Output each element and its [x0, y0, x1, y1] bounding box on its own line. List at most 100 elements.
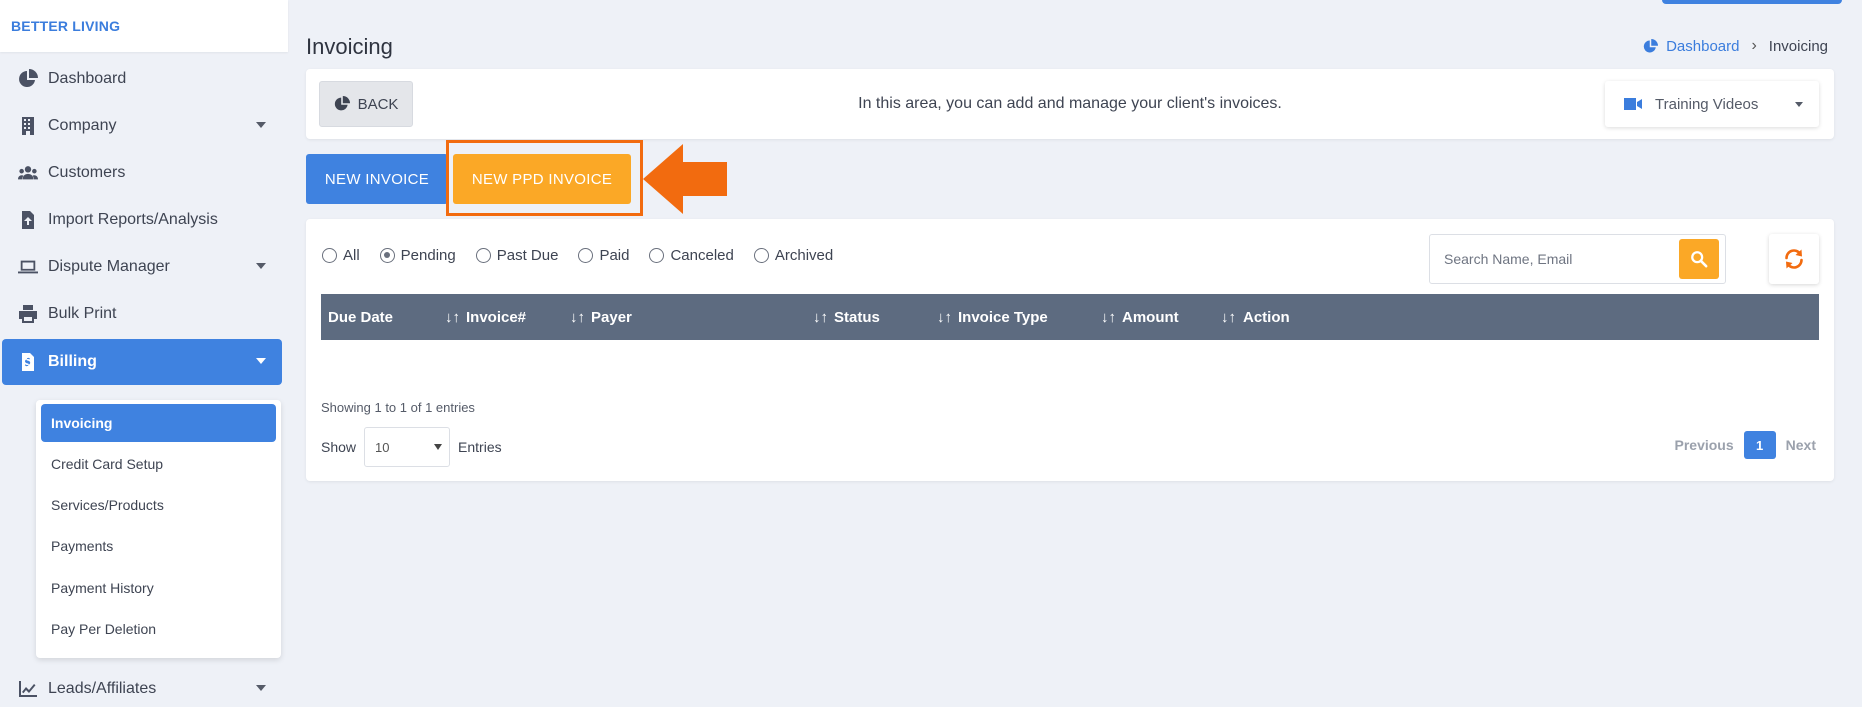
radio-button[interactable]: [578, 248, 594, 263]
sidebar-item-label: Customers: [48, 164, 126, 181]
filter-past-due[interactable]: Past Due: [475, 247, 559, 264]
refresh-button[interactable]: [1769, 234, 1819, 284]
chevron-right-icon: ›: [1751, 37, 1757, 54]
filter-pending[interactable]: Pending: [379, 247, 456, 264]
column-header-payer[interactable]: Payer: [591, 294, 632, 340]
sidebar-item-label: Company: [48, 117, 117, 134]
sort-icon[interactable]: ↓↑: [937, 294, 952, 340]
back-button-label: BACK: [357, 95, 399, 113]
search-box: [1429, 234, 1726, 284]
new-ppd-invoice-button[interactable]: NEW PPD INVOICE: [453, 154, 631, 204]
line-chart-icon: [16, 677, 40, 701]
status-filter-group: All Pending Past Due Paid Canceled Archi…: [322, 247, 853, 264]
filter-label: Pending: [400, 247, 456, 264]
new-invoice-button[interactable]: NEW INVOICE: [306, 154, 448, 204]
brand-logo[interactable]: BETTER LIVING: [0, 0, 288, 52]
training-videos-label: Training Videos: [1655, 95, 1759, 113]
submenu-item-payments[interactable]: Payments: [41, 527, 276, 565]
sort-icon[interactable]: ↓↑: [570, 294, 585, 340]
column-header-invoice-type[interactable]: Invoice Type: [958, 294, 1048, 340]
column-label: Amount: [1122, 308, 1179, 326]
page-1-button[interactable]: 1: [1743, 431, 1776, 459]
pagination: Previous 1 Next: [1675, 431, 1816, 459]
breadcrumb-home-link[interactable]: Dashboard: [1643, 38, 1739, 55]
back-button[interactable]: BACK: [319, 81, 413, 127]
column-label: Action: [1243, 308, 1290, 326]
sidebar-item-dashboard[interactable]: Dashboard: [2, 56, 282, 102]
chevron-down-icon: [256, 122, 266, 128]
column-header-action: Action: [1243, 294, 1290, 340]
search-icon: [1691, 251, 1708, 268]
column-label: Invoice Type: [958, 308, 1048, 326]
pie-chart-icon: [1643, 38, 1659, 52]
sidebar-item-label: Dispute Manager: [48, 258, 170, 275]
sidebar-item-import-reports[interactable]: Import Reports/Analysis: [2, 197, 282, 243]
sort-icon[interactable]: ↓↑: [1101, 294, 1116, 340]
top-accent-bar: [1662, 0, 1842, 4]
chevron-down-icon: [256, 358, 266, 364]
training-videos-dropdown[interactable]: Training Videos: [1605, 81, 1819, 127]
filter-label: Past Due: [496, 247, 559, 264]
filter-label: Paid: [599, 247, 630, 264]
column-header-invoice-number[interactable]: Invoice#: [466, 294, 526, 340]
page-title: Invoicing: [306, 34, 393, 59]
laptop-icon: [16, 255, 40, 279]
filter-all[interactable]: All: [322, 247, 360, 264]
sidebar-item-label: Billing: [48, 353, 97, 370]
filter-paid[interactable]: Paid: [578, 247, 629, 264]
sidebar-item-billing[interactable]: Billing: [2, 339, 282, 385]
breadcrumb: Dashboard › Invoicing: [1643, 37, 1828, 55]
video-camera-icon: [1624, 98, 1642, 110]
refresh-icon: [1785, 249, 1803, 269]
radio-button[interactable]: [649, 248, 665, 263]
column-header-due-date[interactable]: Due Date: [328, 294, 393, 340]
submenu-item-pay-per-deletion[interactable]: Pay Per Deletion: [41, 610, 276, 648]
column-label: Status: [834, 308, 880, 326]
users-icon: [16, 161, 40, 185]
submenu-item-invoicing[interactable]: Invoicing: [41, 404, 276, 442]
submenu-item-credit-card-setup[interactable]: Credit Card Setup: [41, 445, 276, 483]
table-header: Due Date ↓↑ Invoice# ↓↑ Payer ↓↑ Status …: [321, 294, 1819, 340]
billing-submenu: Invoicing Credit Card Setup Services/Pro…: [36, 400, 281, 658]
column-label: Invoice#: [466, 308, 527, 326]
page-size-select[interactable]: 10: [364, 427, 451, 467]
breadcrumb-current: Invoicing: [1768, 37, 1828, 55]
sort-icon[interactable]: ↓↑: [813, 294, 828, 340]
show-label: Show: [321, 439, 357, 455]
column-header-amount[interactable]: Amount: [1122, 294, 1179, 340]
filter-label: All: [343, 247, 360, 264]
sidebar-item-leads-affiliates[interactable]: Leads/Affiliates: [2, 666, 282, 707]
radio-button[interactable]: [475, 248, 491, 263]
radio-button[interactable]: [322, 248, 337, 263]
column-header-status[interactable]: Status: [834, 294, 880, 340]
sort-icon[interactable]: ↓↑: [1221, 294, 1236, 340]
pointer-arrow-icon: [643, 144, 727, 214]
search-input[interactable]: [1430, 235, 1679, 283]
filter-canceled[interactable]: Canceled: [649, 247, 734, 264]
sidebar: BETTER LIVING Dashboard Company Customer…: [0, 0, 288, 707]
file-upload-icon: [16, 208, 40, 232]
entries-label: Entries: [458, 439, 502, 455]
filter-label: Archived: [774, 247, 834, 264]
chevron-down-icon: [256, 685, 266, 691]
sidebar-item-company[interactable]: Company: [2, 103, 282, 149]
sidebar-item-customers[interactable]: Customers: [2, 150, 282, 196]
invoices-panel: All Pending Past Due Paid Canceled Archi…: [306, 219, 1834, 481]
sidebar-item-dispute-manager[interactable]: Dispute Manager: [2, 244, 282, 290]
sidebar-item-label: Bulk Print: [48, 305, 117, 322]
next-page-button[interactable]: Next: [1786, 437, 1816, 453]
sidebar-item-label: Leads/Affiliates: [48, 680, 157, 697]
submenu-item-services-products[interactable]: Services/Products: [41, 486, 276, 524]
building-icon: [16, 114, 40, 138]
filter-archived[interactable]: Archived: [753, 247, 834, 264]
breadcrumb-home-label: Dashboard: [1666, 37, 1740, 55]
radio-button[interactable]: [379, 248, 395, 263]
previous-page-button[interactable]: Previous: [1675, 437, 1734, 453]
submenu-item-payment-history[interactable]: Payment History: [41, 569, 276, 607]
radio-button[interactable]: [753, 248, 769, 263]
sidebar-item-label: Dashboard: [48, 70, 127, 87]
sidebar-item-bulk-print[interactable]: Bulk Print: [2, 291, 282, 337]
entries-info: Showing 1 to 1 of 1 entries: [321, 400, 475, 415]
sort-icon[interactable]: ↓↑: [445, 294, 460, 340]
search-button[interactable]: [1679, 239, 1719, 279]
